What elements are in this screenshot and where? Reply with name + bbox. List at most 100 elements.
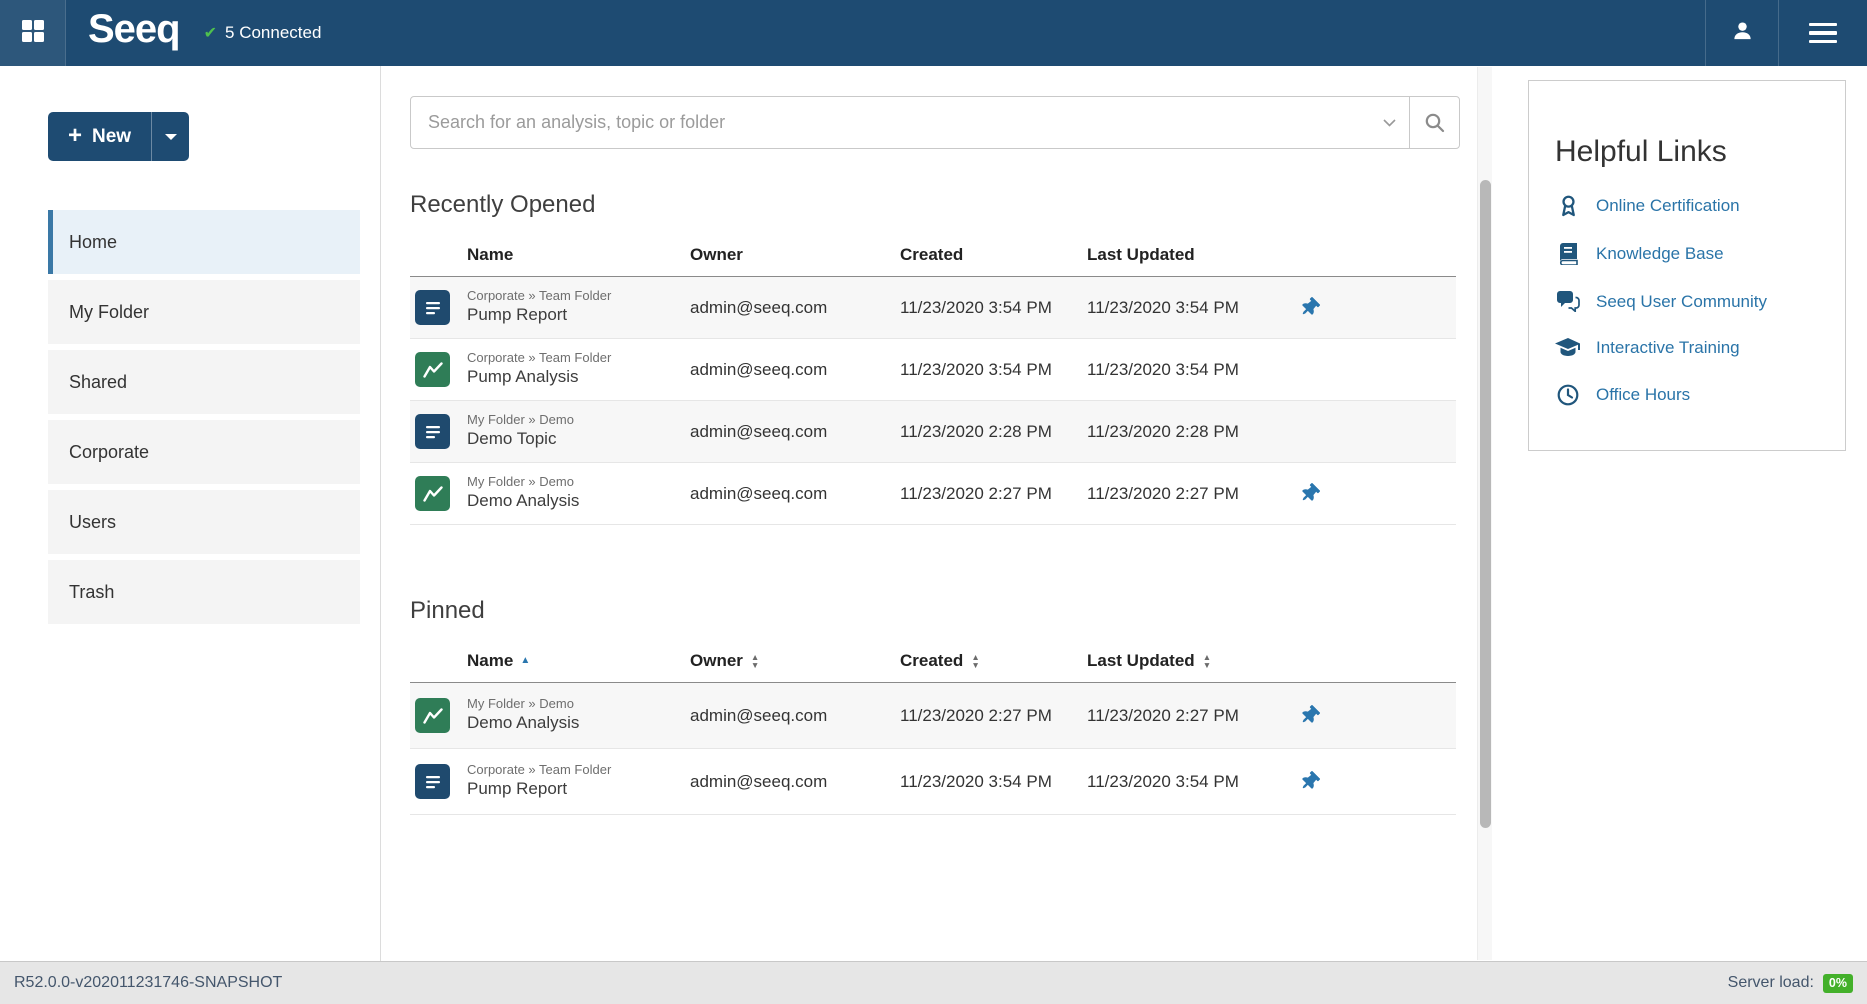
sort-icon	[751, 653, 759, 669]
main-content: Recently Opened Name Owner Created Last …	[381, 66, 1493, 961]
item-name[interactable]: Pump Report	[467, 778, 690, 801]
status-bar: R52.0.0-v202011231746-SNAPSHOT Server lo…	[0, 961, 1867, 1004]
sort-ascending-icon	[520, 655, 530, 666]
table-row[interactable]: My Folder » Demo Demo Topic admin@seeq.c…	[410, 401, 1456, 463]
item-updated: 11/23/2020 2:28 PM	[1087, 422, 1287, 442]
link-interactive-training[interactable]: Interactive Training	[1555, 338, 1819, 358]
new-button[interactable]: New	[48, 112, 189, 161]
book-icon	[1555, 243, 1581, 265]
sidebar-item-label: Home	[69, 232, 117, 253]
column-header-owner[interactable]: Owner	[690, 651, 900, 671]
server-load-badge[interactable]: 0%	[1823, 974, 1853, 993]
recently-opened-rows: Corporate » Team Folder Pump Report admi…	[410, 277, 1456, 525]
user-profile-button[interactable]	[1705, 0, 1779, 66]
seeq-logo: Seeq	[66, 0, 204, 66]
item-type-icon	[415, 698, 450, 733]
search-dropdown-toggle[interactable]	[1369, 97, 1409, 148]
table-row[interactable]: Corporate » Team Folder Pump Report admi…	[410, 277, 1456, 339]
search-input[interactable]	[411, 97, 1369, 148]
apps-grid-icon	[20, 18, 46, 49]
scrollbar-track[interactable]	[1477, 67, 1492, 960]
item-owner: admin@seeq.com	[690, 360, 900, 380]
column-header-name[interactable]: Name	[467, 651, 690, 671]
item-type-icon	[415, 414, 450, 449]
item-type-icon	[415, 352, 450, 387]
connection-status[interactable]: 5 Connected	[204, 0, 322, 66]
table-row[interactable]: My Folder » Demo Demo Analysis admin@see…	[410, 463, 1456, 525]
chevron-down-icon	[165, 134, 177, 140]
chevron-down-icon	[1383, 119, 1396, 127]
pinned-rows: My Folder » Demo Demo Analysis admin@see…	[410, 683, 1456, 815]
table-row[interactable]: Corporate » Team Folder Pump Analysis ad…	[410, 339, 1456, 401]
apps-grid-button[interactable]	[0, 0, 66, 66]
server-load-label: Server load:	[1728, 974, 1814, 992]
new-button-dropdown[interactable]	[151, 112, 189, 161]
helpful-links-title: Helpful Links	[1555, 135, 1819, 168]
sidebar-item[interactable]: Trash	[48, 560, 360, 624]
search-button[interactable]	[1409, 97, 1459, 148]
column-header-owner: Owner	[690, 245, 900, 265]
search-bar	[410, 96, 1460, 149]
item-updated: 11/23/2020 2:27 PM	[1087, 484, 1287, 504]
item-owner: admin@seeq.com	[690, 706, 900, 726]
column-header-last-updated[interactable]: Last Updated	[1087, 651, 1287, 671]
item-created: 11/23/2020 3:54 PM	[900, 298, 1087, 318]
item-name[interactable]: Demo Analysis	[467, 712, 690, 735]
user-icon	[1731, 19, 1754, 47]
recently-opened-table: Name Owner Created Last Updated	[410, 233, 1456, 525]
column-header-created[interactable]: Created	[900, 651, 1087, 671]
item-name[interactable]: Demo Analysis	[467, 490, 690, 513]
item-owner: admin@seeq.com	[690, 484, 900, 504]
item-created: 11/23/2020 2:27 PM	[900, 706, 1087, 726]
main-menu-button[interactable]	[1779, 0, 1867, 66]
sidebar-item-label: Corporate	[69, 442, 149, 463]
sort-icon	[1203, 653, 1211, 669]
recently-opened-title: Recently Opened	[410, 191, 1453, 219]
item-path: My Folder » Demo	[467, 412, 690, 428]
item-created: 11/23/2020 2:28 PM	[900, 422, 1087, 442]
table-row[interactable]: My Folder » Demo Demo Analysis admin@see…	[410, 683, 1456, 749]
version-label: R52.0.0-v202011231746-SNAPSHOT	[14, 974, 282, 992]
sidebar-item-label: Trash	[69, 582, 114, 603]
search-icon	[1424, 112, 1445, 133]
table-row[interactable]: Corporate » Team Folder Pump Report admi…	[410, 749, 1456, 815]
item-name[interactable]: Pump Report	[467, 304, 690, 327]
item-created: 11/23/2020 3:54 PM	[900, 772, 1087, 792]
item-type-icon	[415, 764, 450, 799]
pin-icon[interactable]	[1300, 706, 1319, 725]
link-online-certification[interactable]: Online Certification	[1555, 194, 1819, 217]
connection-status-label: 5 Connected	[225, 23, 321, 43]
sidebar-item[interactable]: My Folder	[48, 280, 360, 344]
link-office-hours[interactable]: Office Hours	[1555, 384, 1819, 406]
community-icon	[1555, 291, 1581, 312]
item-name[interactable]: Demo Topic	[467, 428, 690, 451]
scrollbar-thumb[interactable]	[1480, 180, 1491, 828]
sidebar-item[interactable]: Home	[48, 210, 360, 274]
sidebar-item-label: Shared	[69, 372, 127, 393]
link-knowledge-base[interactable]: Knowledge Base	[1555, 243, 1819, 265]
pin-icon[interactable]	[1300, 772, 1319, 791]
sidebar-item-label: My Folder	[69, 302, 149, 323]
item-path: My Folder » Demo	[467, 696, 690, 712]
item-updated: 11/23/2020 3:54 PM	[1087, 360, 1287, 380]
column-header-name: Name	[467, 245, 690, 265]
sidebar-item[interactable]: Users	[48, 490, 360, 554]
item-created: 11/23/2020 2:27 PM	[900, 484, 1087, 504]
sidebar-item[interactable]: Shared	[48, 350, 360, 414]
column-header-created: Created	[900, 245, 1087, 265]
item-owner: admin@seeq.com	[690, 422, 900, 442]
sort-icon	[971, 653, 979, 669]
left-sidebar: New Home My Folder Shared Corporate User…	[0, 66, 381, 961]
item-name[interactable]: Pump Analysis	[467, 366, 690, 389]
sidebar-item[interactable]: Corporate	[48, 420, 360, 484]
pin-icon[interactable]	[1300, 484, 1319, 503]
training-icon	[1555, 338, 1581, 358]
plus-icon	[68, 124, 82, 149]
link-seeq-user-community[interactable]: Seeq User Community	[1555, 291, 1819, 312]
pin-icon[interactable]	[1300, 298, 1319, 317]
right-panel: Helpful Links Online Certification	[1494, 66, 1867, 961]
item-updated: 11/23/2020 2:27 PM	[1087, 706, 1287, 726]
hamburger-icon	[1809, 23, 1837, 44]
item-created: 11/23/2020 3:54 PM	[900, 360, 1087, 380]
new-button-main[interactable]: New	[48, 112, 151, 161]
